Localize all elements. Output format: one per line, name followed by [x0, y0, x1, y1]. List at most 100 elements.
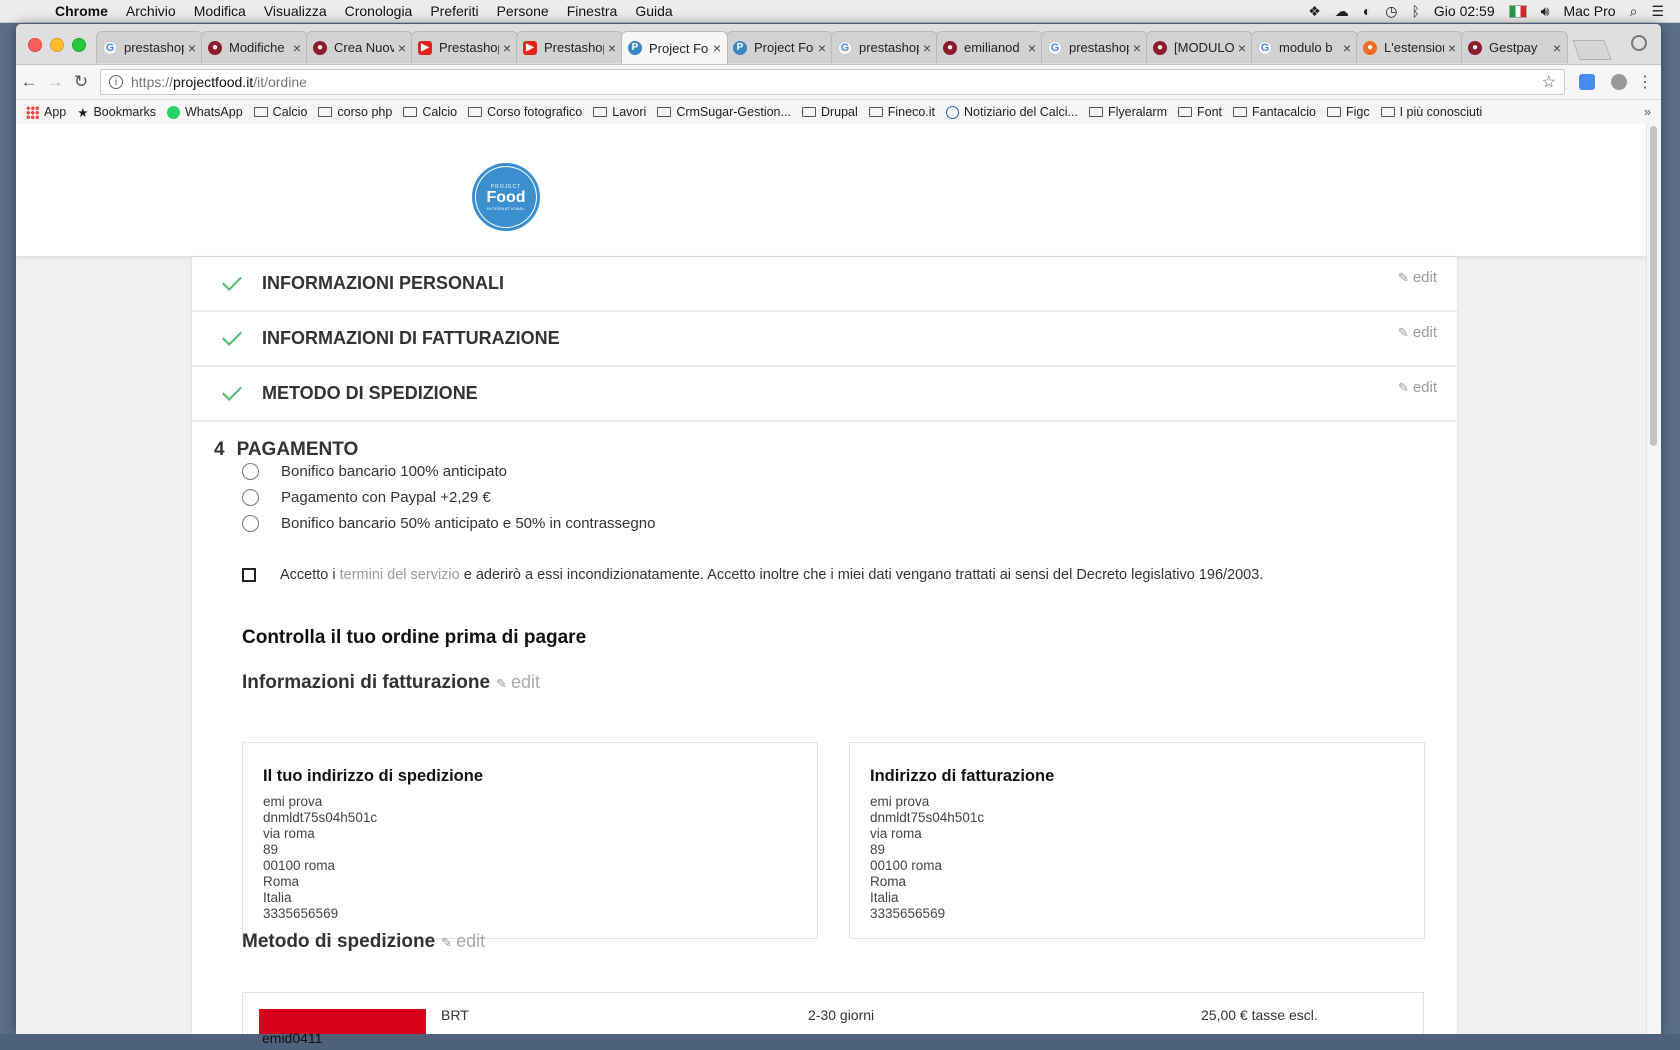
payment-option-bonifico-50[interactable]: Bonifico bancario 50% anticipato e 50% i… — [242, 515, 655, 532]
menu-guida[interactable]: Guida — [626, 3, 681, 19]
projectfood-logo[interactable]: PROJECT Food INTERNATIONAL — [472, 163, 540, 231]
tab-5[interactable]: P Project Food× — [621, 31, 728, 64]
payment-option-bonifico-100[interactable]: Bonifico bancario 100% anticipato — [242, 463, 507, 480]
terms-of-service-link[interactable]: termini del servizio — [340, 567, 460, 583]
bookmark-item[interactable]: CrmSugar-Gestion... — [657, 105, 791, 119]
spotlight-search-icon[interactable]: ⌕ — [1630, 3, 1638, 20]
step-metodo-spedizione[interactable]: Metodo di spedizione ✎ edit — [192, 367, 1457, 422]
bookmark-item[interactable]: ★ Bookmarks — [77, 105, 156, 120]
tab-9[interactable]: Gprestashop × — [1041, 31, 1148, 63]
tab-8[interactable]: ● emilianod × — [936, 31, 1043, 63]
forward-arrow-icon[interactable]: → — [42, 72, 68, 92]
tab-4[interactable]: ▶ Prestashop × — [516, 31, 623, 63]
payment-option-paypal[interactable]: Pagamento con Paypal +2,29 € — [242, 489, 491, 506]
close-tab-icon[interactable]: × — [1553, 40, 1561, 56]
close-tab-icon[interactable]: × — [923, 40, 931, 56]
close-tab-icon[interactable]: × — [818, 40, 826, 56]
bookmark-item[interactable]: Drupal — [801, 105, 858, 119]
zoom-window-button[interactable] — [72, 38, 86, 52]
close-tab-icon[interactable]: × — [293, 40, 301, 56]
close-tab-icon[interactable]: × — [713, 40, 721, 56]
minimize-window-button[interactable] — [50, 38, 64, 52]
menu-persone[interactable]: Persone — [488, 3, 558, 19]
notification-center-icon[interactable]: ☰ — [1651, 3, 1664, 20]
menu-cronologia[interactable]: Cronologia — [336, 3, 422, 19]
radio-button[interactable] — [242, 515, 259, 532]
radio-button[interactable] — [242, 489, 259, 506]
menu-finestra[interactable]: Finestra — [558, 3, 627, 19]
step-informazioni-personali[interactable]: Informazioni personali ✎ edit — [192, 257, 1457, 312]
new-tab-button[interactable] — [1572, 40, 1612, 60]
bookmark-item[interactable]: Font — [1178, 105, 1222, 119]
close-tab-icon[interactable]: × — [398, 40, 406, 56]
tab-11[interactable]: Gmodulo b × — [1251, 31, 1358, 63]
menu-modifica[interactable]: Modifica — [185, 3, 255, 19]
close-tab-icon[interactable]: × — [608, 40, 616, 56]
page-scrollbar[interactable] — [1646, 124, 1661, 1034]
site-info-icon[interactable]: i — [109, 75, 123, 89]
back-arrow-icon[interactable]: ← — [16, 72, 42, 92]
sync-icon[interactable]: ◐ — [1363, 3, 1371, 19]
bookmark-star-icon[interactable]: ☆ — [1542, 72, 1556, 92]
close-tab-icon[interactable]: × — [503, 40, 511, 56]
bookmark-item[interactable]: WhatsApp — [167, 105, 243, 119]
extension-icon[interactable] — [1611, 74, 1627, 90]
tab-3[interactable]: ▶ Prestashop × — [411, 31, 518, 63]
bookmark-item[interactable]: Corso fotografico — [468, 105, 582, 119]
clock-label[interactable]: Gio 02:59 — [1434, 3, 1495, 19]
bookmark-item[interactable]: Notiziario del Calci... — [946, 105, 1078, 119]
tab-7[interactable]: Gprestashop × — [831, 31, 938, 63]
reload-icon[interactable]: ↻ — [68, 72, 94, 92]
close-tab-icon[interactable]: × — [1028, 40, 1036, 56]
close-tab-icon[interactable]: × — [1238, 40, 1246, 56]
tab-0[interactable]: Gprestashop × — [96, 31, 203, 63]
menu-archivio[interactable]: Archivio — [117, 3, 185, 19]
step-edit-link[interactable]: ✎ edit — [1398, 379, 1437, 396]
shipping-edit-link[interactable]: ✎ edit — [441, 931, 485, 951]
close-tab-icon[interactable]: × — [1343, 40, 1351, 56]
input-source-flag-icon[interactable] — [1508, 4, 1527, 18]
menu-visualizza[interactable]: Visualizza — [255, 3, 336, 19]
terms-checkbox[interactable] — [242, 568, 256, 582]
bookmark-item[interactable]: Calcio — [403, 105, 457, 119]
user-name[interactable]: Mac Pro — [1563, 3, 1615, 19]
tab-2[interactable]: ● Crea Nuovo × — [306, 31, 413, 63]
bookmark-item[interactable]: App — [26, 105, 66, 119]
close-tab-icon[interactable]: × — [1448, 40, 1456, 56]
dropbox-icon[interactable]: ❖ — [1308, 3, 1321, 20]
time-machine-icon[interactable]: ◷ — [1385, 3, 1397, 20]
close-tab-icon[interactable]: × — [1133, 40, 1141, 56]
tab-12[interactable]: ● L'estensione × — [1356, 31, 1463, 63]
tab-1[interactable]: ● Modifiche × — [201, 31, 308, 63]
bookmark-item[interactable]: Lavori — [593, 105, 646, 119]
bluetooth-icon[interactable]: ᛒ — [1412, 3, 1420, 19]
tab-13[interactable]: ● Gestpay × — [1461, 31, 1568, 63]
chrome-menu-icon[interactable]: ⋮ — [1635, 72, 1655, 92]
menu-app-name[interactable]: Chrome — [46, 3, 117, 19]
step-edit-link[interactable]: ✎ edit — [1398, 269, 1437, 286]
url-text[interactable]: https://projectfood.it/it/ordine — [131, 74, 307, 90]
billing-edit-link[interactable]: ✎ edit — [496, 672, 540, 692]
step-informazioni-fatturazione[interactable]: Informazioni di fatturazione ✎ edit — [192, 312, 1457, 367]
bookmark-item[interactable]: Figc — [1326, 105, 1370, 119]
bookmark-item[interactable]: Fineco.it — [868, 105, 935, 119]
tab-10[interactable]: ● [MODULO] × — [1146, 31, 1253, 63]
more-bookmarks-icon[interactable]: » — [1644, 105, 1651, 119]
bookmark-item[interactable]: Calcio — [253, 105, 307, 119]
radio-button[interactable] — [242, 463, 259, 480]
close-tab-icon[interactable]: × — [188, 40, 196, 56]
profile-icon[interactable] — [1631, 35, 1647, 51]
bookmark-item[interactable]: corso php — [318, 105, 392, 119]
bookmark-item[interactable]: Fantacalcio — [1233, 105, 1316, 119]
volume-icon[interactable]: 🔊︎ — [1541, 3, 1550, 20]
bookmark-item[interactable]: I più conosciuti — [1380, 105, 1482, 119]
step-edit-link[interactable]: ✎ edit — [1398, 324, 1437, 341]
address-bar[interactable]: i https://projectfood.it/it/ordine ☆ — [100, 69, 1565, 95]
creative-cloud-icon[interactable]: ☁ — [1335, 3, 1349, 20]
close-window-button[interactable] — [28, 38, 42, 52]
scrollbar-thumb[interactable] — [1650, 126, 1657, 446]
extension-translate-icon[interactable] — [1579, 74, 1595, 90]
menu-preferiti[interactable]: Preferiti — [421, 3, 487, 19]
tab-6[interactable]: P Project Food × — [726, 31, 833, 63]
bookmark-item[interactable]: Flyeralarm — [1088, 105, 1167, 119]
